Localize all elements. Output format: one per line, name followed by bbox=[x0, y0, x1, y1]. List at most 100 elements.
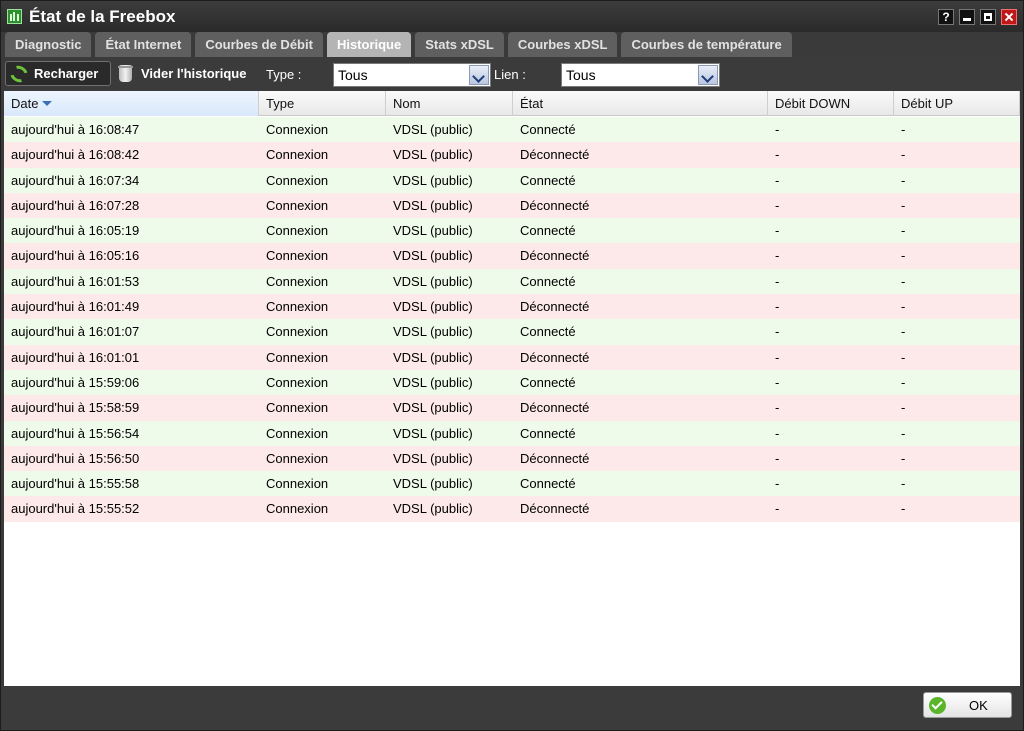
cell-type: Connexion bbox=[266, 450, 329, 466]
title-bar[interactable]: État de la Freebox ? bbox=[1, 1, 1023, 32]
cell-etat: Déconnecté bbox=[520, 400, 590, 416]
cell-debit-down: - bbox=[775, 324, 780, 340]
column-header-debit-down[interactable]: Débit DOWN bbox=[768, 91, 894, 116]
cell-etat: Déconnecté bbox=[520, 147, 590, 163]
table-row[interactable]: aujourd'hui à 16:01:07 Connexion VDSL (pub… bbox=[4, 319, 1020, 345]
column-header-type[interactable]: Type bbox=[259, 91, 386, 116]
cell-debit-down: - bbox=[775, 147, 780, 163]
window-controls: ? bbox=[938, 9, 1017, 25]
window-title: État de la Freebox bbox=[29, 6, 176, 26]
cell-debit-up: - bbox=[901, 374, 906, 390]
tab-courbes-temperature[interactable]: Courbes de température bbox=[621, 32, 792, 57]
cell-type: Connexion bbox=[266, 324, 329, 340]
cell-debit-down: - bbox=[775, 248, 780, 264]
cell-etat: Déconnecté bbox=[520, 501, 590, 517]
dialog-footer: OK bbox=[1, 686, 1023, 730]
cell-debit-up: - bbox=[901, 223, 906, 239]
cell-nom: VDSL (public) bbox=[393, 425, 473, 441]
cell-date: aujourd'hui à 16:05:19 bbox=[11, 223, 140, 239]
type-filter-select[interactable]: Tous bbox=[333, 63, 491, 87]
cell-debit-up: - bbox=[901, 248, 906, 264]
table-row[interactable]: aujourd'hui à 16:08:47 Connexion VDSL (pub… bbox=[4, 117, 1020, 143]
close-icon[interactable] bbox=[1001, 9, 1017, 25]
cell-date: aujourd'hui à 16:07:28 bbox=[11, 197, 140, 213]
tab-historique[interactable]: Historique bbox=[326, 32, 412, 57]
tab-stats-xdsl[interactable]: Stats xDSL bbox=[415, 32, 504, 57]
checkmark-icon bbox=[929, 697, 946, 714]
tab-etat-internet[interactable]: État Internet bbox=[95, 32, 192, 57]
cell-debit-down: - bbox=[775, 197, 780, 213]
cell-type: Connexion bbox=[266, 425, 329, 441]
column-header-debit-up[interactable]: Débit UP bbox=[894, 91, 1020, 116]
column-header-nom[interactable]: Nom bbox=[386, 91, 513, 116]
cell-date: aujourd'hui à 15:56:50 bbox=[11, 450, 140, 466]
cell-type: Connexion bbox=[266, 476, 329, 492]
link-filter-select[interactable]: Tous bbox=[561, 63, 720, 87]
cell-nom: VDSL (public) bbox=[393, 349, 473, 365]
table-row[interactable]: aujourd'hui à 16:07:28 Connexion VDSL (pub… bbox=[4, 192, 1020, 219]
cell-etat: Connecté bbox=[520, 172, 576, 188]
minimize-icon[interactable] bbox=[959, 9, 975, 25]
cell-debit-down: - bbox=[775, 223, 780, 239]
cell-etat: Connecté bbox=[520, 223, 576, 239]
cell-debit-down: - bbox=[775, 425, 780, 441]
cell-date: aujourd'hui à 16:07:34 bbox=[11, 172, 140, 188]
reload-button[interactable]: Recharger bbox=[5, 61, 111, 86]
table-row[interactable]: aujourd'hui à 15:56:50 Connexion VDSL (pub… bbox=[4, 445, 1020, 472]
cell-type: Connexion bbox=[266, 172, 329, 188]
chevron-down-icon[interactable] bbox=[469, 65, 489, 85]
cell-etat: Déconnecté bbox=[520, 248, 590, 264]
table-row[interactable]: aujourd'hui à 16:01:53 Connexion VDSL (pub… bbox=[4, 268, 1020, 295]
sort-desc-icon bbox=[42, 101, 53, 106]
tab-courbes-xdsl[interactable]: Courbes xDSL bbox=[507, 32, 618, 57]
cell-debit-up: - bbox=[901, 299, 906, 315]
cell-etat: Connecté bbox=[520, 122, 576, 137]
column-header-etat[interactable]: État bbox=[513, 91, 768, 116]
table-row[interactable]: aujourd'hui à 15:55:52 Connexion VDSL (pub… bbox=[4, 496, 1020, 522]
tab-diagnostic[interactable]: Diagnostic bbox=[5, 32, 92, 57]
cell-type: Connexion bbox=[266, 197, 329, 213]
cell-type: Connexion bbox=[266, 349, 329, 365]
table-row[interactable]: aujourd'hui à 15:56:54 Connexion VDSL (pub… bbox=[4, 420, 1020, 446]
cell-nom: VDSL (public) bbox=[393, 223, 473, 239]
ok-button[interactable]: OK bbox=[923, 692, 1012, 718]
chevron-down-icon[interactable] bbox=[698, 65, 718, 85]
cell-etat: Connecté bbox=[520, 374, 576, 390]
cell-debit-up: - bbox=[901, 476, 906, 492]
table-body: aujourd'hui à 16:08:47 Connexion VDSL (pub… bbox=[4, 117, 1020, 522]
cell-debit-down: - bbox=[775, 172, 780, 188]
column-header-date[interactable]: Date bbox=[4, 91, 259, 116]
table-row[interactable]: aujourd'hui à 16:07:34 Connexion VDSL (pub… bbox=[4, 167, 1020, 193]
reload-button-label: Recharger bbox=[34, 66, 99, 81]
clear-history-button[interactable]: Vider l'historique bbox=[117, 61, 246, 86]
cell-type: Connexion bbox=[266, 374, 329, 390]
help-icon[interactable]: ? bbox=[938, 9, 954, 25]
table-row[interactable]: aujourd'hui à 16:05:19 Connexion VDSL (pub… bbox=[4, 218, 1020, 244]
maximize-icon[interactable] bbox=[980, 9, 996, 25]
table-row[interactable]: aujourd'hui à 16:05:16 Connexion VDSL (pub… bbox=[4, 243, 1020, 269]
cell-nom: VDSL (public) bbox=[393, 476, 473, 492]
cell-etat: Déconnecté bbox=[520, 450, 590, 466]
cell-date: aujourd'hui à 16:05:16 bbox=[11, 248, 140, 264]
cell-etat: Déconnecté bbox=[520, 197, 590, 213]
tab-courbes-debit[interactable]: Courbes de Débit bbox=[195, 32, 323, 57]
cell-type: Connexion bbox=[266, 248, 329, 264]
cell-etat: Déconnecté bbox=[520, 299, 590, 315]
toolbar: Recharger Vider l'historique Type : Lien… bbox=[1, 57, 1023, 91]
table-row[interactable]: aujourd'hui à 15:58:59 Connexion VDSL (pub… bbox=[4, 395, 1020, 421]
history-table: Date Type Nom État Débit DOWN Débit UP a… bbox=[4, 91, 1020, 686]
cell-debit-up: - bbox=[901, 349, 906, 365]
table-row[interactable]: aujourd'hui à 15:55:58 Connexion VDSL (pub… bbox=[4, 471, 1020, 497]
table-row[interactable]: aujourd'hui à 15:59:06 Connexion VDSL (pub… bbox=[4, 369, 1020, 396]
cell-nom: VDSL (public) bbox=[393, 324, 473, 340]
table-row[interactable]: aujourd'hui à 16:01:01 Connexion VDSL (pub… bbox=[4, 344, 1020, 370]
freebox-status-window: État de la Freebox ? Diagnostic État Int… bbox=[0, 0, 1024, 731]
cell-debit-up: - bbox=[901, 147, 906, 163]
table-row[interactable]: aujourd'hui à 16:01:49 Connexion VDSL (pub… bbox=[4, 294, 1020, 320]
cell-debit-up: - bbox=[901, 400, 906, 416]
cell-debit-up: - bbox=[901, 425, 906, 441]
cell-debit-up: - bbox=[901, 197, 906, 213]
table-row[interactable]: aujourd'hui à 16:08:42 Connexion VDSL (pub… bbox=[4, 142, 1020, 168]
cell-date: aujourd'hui à 15:58:59 bbox=[11, 400, 140, 416]
cell-nom: VDSL (public) bbox=[393, 299, 473, 315]
